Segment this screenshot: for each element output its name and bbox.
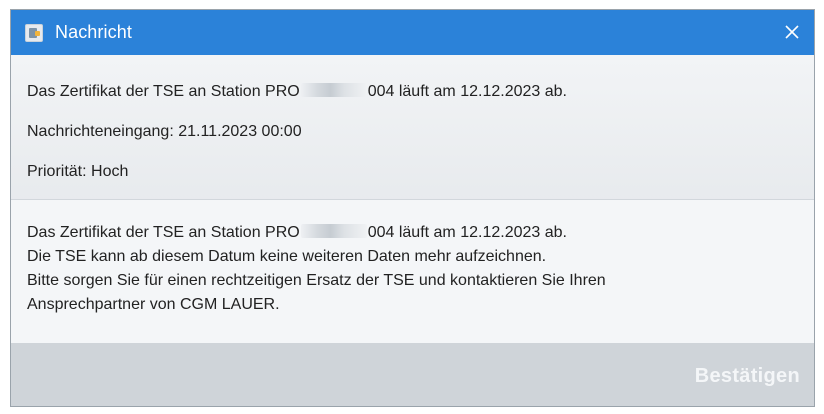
message-dialog: Nachricht Das Zertifikat der TSE an Stat… bbox=[10, 9, 815, 407]
certificate-prefix: Das Zertifikat der TSE an Station PRO bbox=[27, 83, 300, 100]
title-bar[interactable]: Nachricht bbox=[11, 10, 814, 55]
certificate-suffix: 004 läuft am 12.12.2023 ab. bbox=[367, 83, 567, 100]
message-line-4: Ansprechpartner von CGM LAUER. bbox=[27, 296, 280, 313]
dialog-footer: Bestätigen bbox=[11, 343, 814, 406]
window-title: Nachricht bbox=[55, 22, 132, 42]
message-line-1: Das Zertifikat der TSE an Station PRO 004… bbox=[27, 221, 798, 245]
redacted-station-id-body bbox=[300, 224, 367, 238]
close-button[interactable] bbox=[776, 16, 808, 48]
certificate-line: Das Zertifikat der TSE an Station PRO 004… bbox=[27, 83, 567, 101]
redacted-station-id bbox=[300, 83, 367, 97]
message-line-3: Bitte sorgen Sie für einen rechtzeitigen… bbox=[27, 272, 606, 289]
received-line: Nachrichteneingang: 21.11.2023 00:00 bbox=[27, 123, 302, 140]
confirm-button[interactable]: Bestätigen bbox=[695, 365, 800, 388]
app-icon bbox=[25, 23, 43, 42]
message-body: Das Zertifikat der TSE an Station PRO 004… bbox=[11, 200, 814, 343]
message-info: Das Zertifikat der TSE an Station PRO 004… bbox=[11, 55, 814, 207]
close-icon bbox=[785, 25, 799, 39]
message-line-1-prefix: Das Zertifikat der TSE an Station PRO bbox=[27, 224, 300, 241]
message-line-1-suffix: 004 läuft am 12.12.2023 ab. bbox=[367, 224, 567, 241]
message-line-2: Die TSE kann ab diesem Datum keine weite… bbox=[27, 248, 547, 265]
priority-line: Priorität: Hoch bbox=[27, 163, 129, 180]
